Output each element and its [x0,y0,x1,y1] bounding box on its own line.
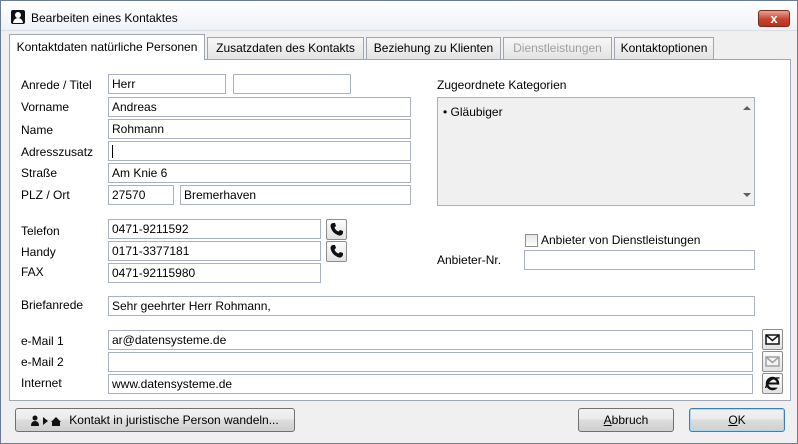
ok-mnemonic: O [728,413,738,427]
cancel-label: bbruch [611,413,649,427]
contact-edit-dialog: Bearbeiten eines Kontaktes x Kontaktdate… [0,0,798,444]
tab-zusatzdaten[interactable]: Zusatzdaten des Kontakts [207,37,364,59]
anbieter-checkbox-label[interactable]: Anbieter von Dienstleistungen [541,233,700,247]
person-to-company-icon [31,415,62,426]
tab-dienstleistungen: Dienstleistungen [503,37,612,59]
categories-scrollbar[interactable] [739,98,754,205]
window-title: Bearbeiten eines Kontaktes [31,11,178,25]
briefanrede-label: Briefanrede [21,298,84,312]
scroll-up-icon[interactable] [743,106,751,110]
internet-field[interactable]: www.datensysteme.de [108,374,753,394]
strasse-label: Straße [21,166,58,180]
handy-field[interactable]: 0171-3377181 [108,241,321,261]
email1-label: e-Mail 1 [21,334,64,348]
cancel-button[interactable]: Abbruch [578,408,674,432]
ort-field[interactable]: Bremerhaven [180,185,411,205]
fax-label: FAX [21,265,44,279]
email1-field[interactable]: ar@datensysteme.de [108,330,753,350]
briefanrede-field[interactable]: Sehr geehrter Herr Rohmann, [108,296,755,316]
telefon-field[interactable]: 0471-9211592 [108,219,321,239]
fax-field[interactable]: 0471-92115980 [108,263,321,283]
plz-field[interactable]: 27570 [108,185,174,205]
anrede-label: Anrede / Titel [21,78,92,92]
email1-send-button[interactable] [762,329,783,350]
convert-to-company-button[interactable]: Kontakt in juristische Person wandeln... [15,408,295,432]
anrede-field[interactable]: Herr [108,74,226,94]
category-item[interactable]: • Gläubiger [443,105,503,119]
plz-ort-label: PLZ / Ort [21,188,70,202]
categories-list[interactable]: • Gläubiger [437,97,755,206]
cancel-mnemonic: A [603,413,612,427]
tab-kontaktoptionen[interactable]: Kontaktoptionen [614,37,714,59]
titel-field[interactable] [233,74,351,94]
anbieter-nr-label: Anbieter-Nr. [437,253,502,267]
vorname-field[interactable]: Andreas [108,97,411,117]
categories-label: Zugeordnete Kategorien [437,78,567,92]
ok-label: K [737,413,746,427]
internet-explorer-icon [765,376,780,391]
name-label: Name [21,123,54,137]
anbieter-nr-field[interactable] [524,250,755,270]
phone-icon [330,245,343,258]
email2-send-button [762,351,783,372]
ok-button[interactable]: OK [689,408,785,432]
tab-panel-kontaktdaten: Anrede / Titel Herr Vorname Andreas Name… [9,59,791,401]
vorname-label: Vorname [21,100,70,114]
anbieter-checkbox[interactable] [525,234,538,247]
phone-icon [330,223,343,236]
adresszusatz-label: Adresszusatz [21,145,94,159]
mail-icon [765,334,780,345]
convert-button-label: Kontakt in juristische Person wandeln... [69,413,279,427]
email2-field[interactable] [108,352,753,372]
strasse-field[interactable]: Am Knie 6 [108,163,411,183]
close-button[interactable]: x [758,10,790,27]
handy-call-button[interactable] [326,241,347,262]
contact-person-icon [11,10,25,24]
scroll-down-icon[interactable] [743,193,751,197]
telefon-label: Telefon [21,224,60,238]
text-cursor [112,145,113,159]
telefon-call-button[interactable] [326,219,347,240]
internet-open-button[interactable] [762,373,783,394]
internet-label: Internet [21,376,62,390]
tab-beziehung[interactable]: Beziehung zu Klienten [366,37,501,59]
title-bar: Bearbeiten eines Kontaktes x [1,1,797,31]
adresszusatz-field[interactable] [108,141,411,161]
email2-label: e-Mail 2 [21,355,64,369]
name-field[interactable]: Rohmann [108,119,411,139]
mail-disabled-icon [765,356,780,367]
tab-kontaktdaten[interactable]: Kontaktdaten natürliche Personen [9,34,205,60]
handy-label: Handy [21,245,56,259]
